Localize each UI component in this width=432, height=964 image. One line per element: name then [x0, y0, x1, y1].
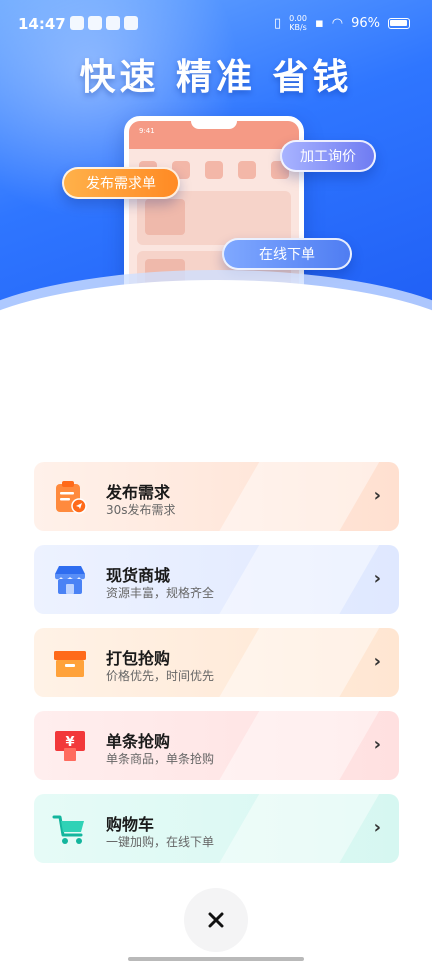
chevron-right-icon: › — [373, 817, 381, 838]
menu-item-title: 打包抢购 — [106, 649, 171, 668]
status-bar: 14:47 ▯ 0.00 KB/s ▪ ◠ 96% — [0, 0, 432, 50]
notification-icons — [70, 16, 138, 30]
menu-item-subtitle: 资源丰富，规格齐全 — [106, 586, 215, 600]
net-speed: 0.00 KB/s — [289, 14, 307, 32]
status-right: ▯ 0.00 KB/s ▪ ◠ 96% — [274, 14, 410, 32]
chevron-right-icon: › — [373, 485, 381, 506]
item-decoration — [207, 545, 391, 614]
menu-item-subtitle: 价格优先，时间优先 — [106, 669, 215, 683]
menu-item-single-purchase[interactable]: ¥ 单条抢购 单条商品，单条抢购 › — [34, 711, 399, 780]
net-speed-unit: KB/s — [289, 23, 307, 32]
close-button[interactable] — [184, 888, 248, 952]
page: 14:47 ▯ 0.00 KB/s ▪ ◠ 96% 快速 精准 省钱 9:41 … — [0, 0, 432, 964]
item-decoration — [207, 628, 391, 697]
item-decoration — [207, 462, 391, 531]
bubble-publish: 发布需求单 — [62, 167, 180, 199]
phone-time: 9:41 — [139, 127, 155, 135]
home-indicator[interactable] — [128, 957, 304, 961]
hero-banner: 14:47 ▯ 0.00 KB/s ▪ ◠ 96% 快速 精准 省钱 9:41 … — [0, 0, 432, 330]
menu-item-spot-mall[interactable]: 现货商城 资源丰富，规格齐全 › — [34, 545, 399, 614]
menu-item-title: 发布需求 — [106, 483, 171, 502]
svg-text:¥: ¥ — [65, 735, 74, 750]
phone-card — [137, 191, 291, 245]
cart-icon — [52, 815, 84, 844]
store-icon — [55, 566, 85, 594]
clipboard-send-icon — [56, 481, 87, 514]
menu-item-publish-demand[interactable]: 发布需求 30s发布需求 › — [34, 462, 399, 531]
menu-item-subtitle: 一键加购，在线下单 — [106, 835, 215, 849]
weibo-icon — [70, 16, 84, 30]
wifi-icon: ◠ — [331, 15, 344, 31]
menu-item-title: 单条抢购 — [106, 732, 171, 751]
phone-grid-icon — [205, 161, 223, 179]
close-icon — [208, 912, 224, 928]
item-decoration — [207, 794, 391, 863]
chevron-right-icon: › — [373, 651, 381, 672]
net-speed-value: 0.00 — [289, 14, 307, 23]
menu-item-subtitle: 单条商品，单条抢购 — [106, 752, 215, 766]
phone-notch — [191, 121, 237, 129]
phone-grid-icon — [238, 161, 256, 179]
hero-title: 快速 精准 省钱 — [79, 57, 353, 98]
battery-percent: 96% — [351, 15, 380, 31]
chevron-right-icon: › — [373, 734, 381, 755]
bubble-inquiry: 加工询价 — [280, 140, 376, 172]
yen-tag-icon: ¥ — [55, 731, 85, 761]
menu-item-subtitle: 30s发布需求 — [106, 503, 176, 517]
menu-item-bundle-purchase[interactable]: 打包抢购 价格优先，时间优先 › — [34, 628, 399, 697]
phone-card-thumb — [145, 199, 185, 235]
bubble-order: 在线下单 — [222, 238, 352, 270]
sim-icon: ▪ — [314, 15, 324, 31]
status-time: 14:47 — [18, 15, 66, 33]
box-icon — [54, 651, 86, 677]
chevron-right-icon: › — [373, 568, 381, 589]
menu-item-title: 购物车 — [106, 815, 155, 834]
menu-item-title: 现货商城 — [106, 566, 171, 585]
fan-icon — [124, 16, 138, 30]
item-decoration — [207, 711, 391, 780]
vibrate-icon: ▯ — [273, 15, 282, 31]
battery-icon — [388, 17, 410, 29]
menu-item-shopping-cart[interactable]: 购物车 一键加购，在线下单 › — [34, 794, 399, 863]
menu-list: 发布需求 30s发布需求 › 现货商城 资源丰富，规格齐全 › 打包抢购 价格优… — [34, 462, 399, 877]
tiktok-icon — [106, 16, 120, 30]
app-notification-icon — [88, 16, 102, 30]
